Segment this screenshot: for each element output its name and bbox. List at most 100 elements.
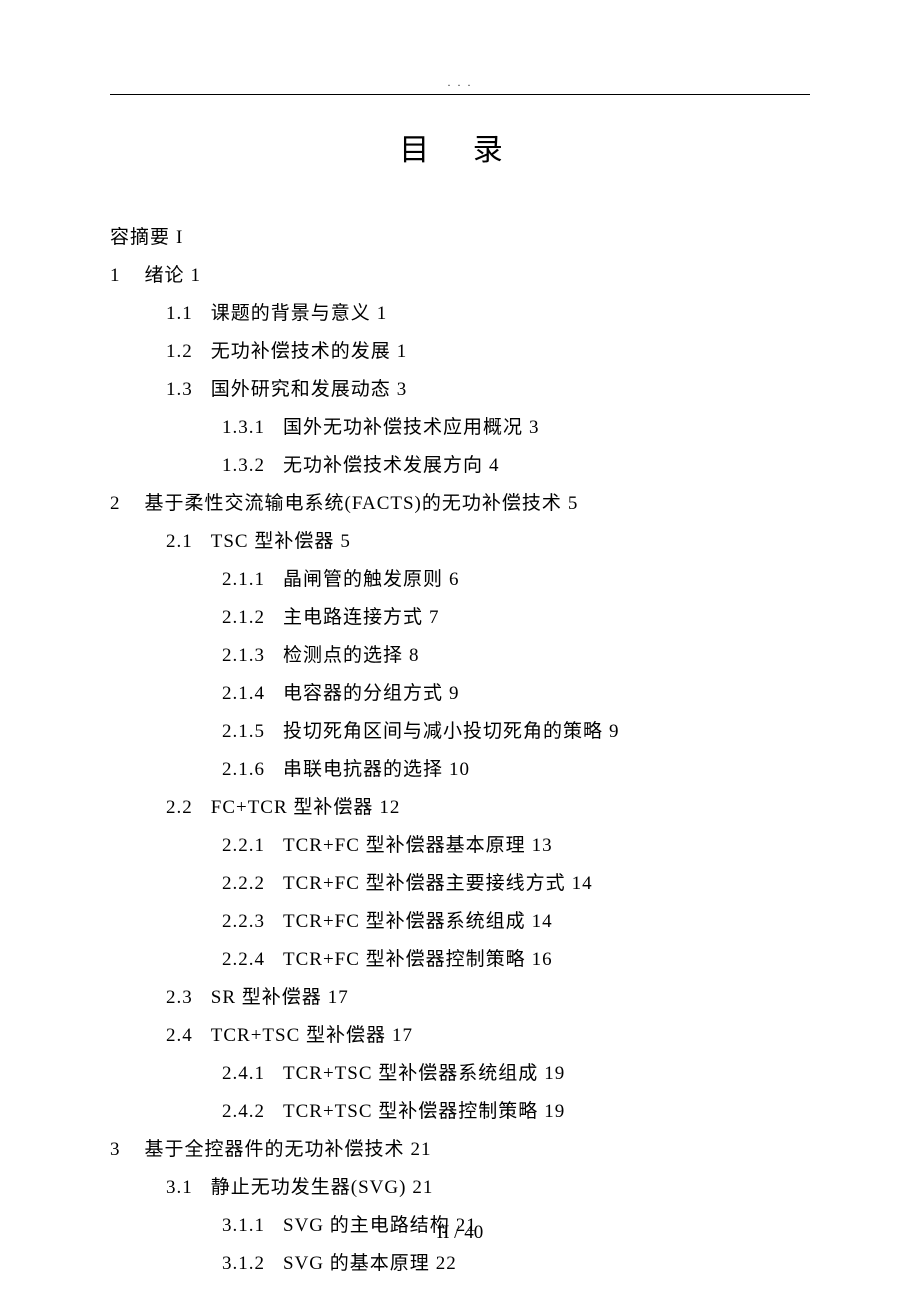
toc-entry-page: 14 bbox=[532, 911, 553, 932]
toc-entry-page: 4 bbox=[489, 455, 500, 476]
toc-entry: 1 绪论 1 bbox=[110, 257, 810, 295]
toc-entry-page: 14 bbox=[572, 873, 593, 894]
toc-entry-number: 2.1.4 bbox=[222, 683, 265, 704]
toc-entry-label: 串联电抗器的选择 bbox=[283, 759, 443, 780]
toc-entry-page: 13 bbox=[532, 835, 553, 856]
toc-entry-label: 投切死角区间与减小投切死角的策略 bbox=[283, 721, 603, 742]
toc-entry-label: 主电路连接方式 bbox=[283, 607, 423, 628]
toc-entry-page: 19 bbox=[544, 1101, 565, 1122]
toc-entry-number: 1.3.2 bbox=[222, 455, 265, 476]
toc-entry-label: 晶闸管的触发原则 bbox=[283, 569, 443, 590]
toc-entry-number: 2.2 bbox=[166, 797, 193, 818]
toc-entry-number: 2.3 bbox=[166, 987, 193, 1008]
toc-entry: 3 基于全控器件的无功补偿技术 21 bbox=[110, 1131, 810, 1169]
toc-entry-page: 9 bbox=[449, 683, 460, 704]
toc-entry-number: 2.2.4 bbox=[222, 949, 265, 970]
toc-entry-page: 1 bbox=[377, 303, 388, 324]
toc-entry-number: 2.2.1 bbox=[222, 835, 265, 856]
toc-entry-page: 21 bbox=[411, 1139, 432, 1160]
page-footer: II / 40 bbox=[0, 1222, 920, 1244]
toc-entry-label: 课题的背景与意义 bbox=[211, 303, 371, 324]
toc-entry-label: 基于柔性交流输电系统(FACTS)的无功补偿技术 bbox=[145, 493, 562, 514]
toc-entry-page: 21 bbox=[412, 1177, 433, 1198]
toc-entry-number: 1 bbox=[110, 265, 121, 286]
toc-entry-number: 2.4 bbox=[166, 1025, 193, 1046]
toc-entry-page: 5 bbox=[340, 531, 351, 552]
toc-entry-page: 22 bbox=[436, 1253, 457, 1274]
toc-entry: 2.1.3检测点的选择8 bbox=[110, 637, 810, 675]
toc-entry-page: 3 bbox=[529, 417, 540, 438]
toc-entry-number: 2.1.1 bbox=[222, 569, 265, 590]
toc-entry: 容摘要 I bbox=[110, 219, 810, 257]
toc-entry-label: 容摘要 bbox=[110, 227, 170, 248]
toc-entry: 2.3 SR 型补偿器 17 bbox=[110, 979, 810, 1017]
toc-entry-page: 19 bbox=[544, 1063, 565, 1084]
toc-entry-page: 6 bbox=[449, 569, 460, 590]
toc-entry: 1.3.1 国外无功补偿技术应用概况 3 bbox=[110, 409, 810, 447]
toc-entry-label: TCR+FC 型补偿器基本原理 bbox=[283, 835, 526, 856]
toc-entry-label: 无功补偿技术发展方向 bbox=[283, 455, 483, 476]
toc-entry-label: 国外研究和发展动态 bbox=[211, 379, 391, 400]
toc-entry-label: TCR+FC 型补偿器控制策略 bbox=[283, 949, 526, 970]
page-container: . . . 目 录 容摘要I1绪论11.1课题的背景与意义11.2无功补偿技术的… bbox=[0, 0, 920, 1283]
toc-entry-label: TSC 型补偿器 bbox=[211, 531, 335, 552]
toc-entry-number: 2.1 bbox=[166, 531, 193, 552]
header-dots: . . . bbox=[110, 75, 810, 90]
toc-entry: 2.2.4TCR+FC 型补偿器控制策略16 bbox=[110, 941, 810, 979]
toc-entry-page: I bbox=[176, 227, 183, 248]
toc-entry-label: SVG 的基本原理 bbox=[283, 1253, 430, 1274]
toc-entry-number: 2.1.2 bbox=[222, 607, 265, 628]
toc-entry: 2.1.2主电路连接方式7 bbox=[110, 599, 810, 637]
toc-entry-page: 17 bbox=[392, 1025, 413, 1046]
toc-entry-number: 2.2.2 bbox=[222, 873, 265, 894]
toc-entry-number: 3.1.2 bbox=[222, 1253, 265, 1274]
toc-entry: 1.3 国外研究和发展动态 3 bbox=[110, 371, 810, 409]
toc-entry: 2.1.6 串联电抗器的选择 10 bbox=[110, 751, 810, 789]
toc-entry-page: 1 bbox=[397, 341, 408, 362]
toc-entry-number: 2.1.3 bbox=[222, 645, 265, 666]
toc-entry: 2.4 TCR+TSC 型补偿器 17 bbox=[110, 1017, 810, 1055]
toc-entry-label: 静止无功发生器(SVG) bbox=[211, 1177, 407, 1198]
header-rule bbox=[110, 94, 810, 95]
table-of-contents: 容摘要I1绪论11.1课题的背景与意义11.2无功补偿技术的发展11.3国外研究… bbox=[110, 219, 810, 1283]
toc-entry-page: 1 bbox=[191, 265, 202, 286]
toc-entry: 2.2.1 TCR+FC 型补偿器基本原理 13 bbox=[110, 827, 810, 865]
toc-entry-page: 17 bbox=[328, 987, 349, 1008]
toc-entry-number: 2.2.3 bbox=[222, 911, 265, 932]
toc-entry-page: 3 bbox=[397, 379, 408, 400]
toc-entry-label: TCR+FC 型补偿器主要接线方式 bbox=[283, 873, 566, 894]
toc-entry: 2.1.5 投切死角区间与减小投切死角的策略 9 bbox=[110, 713, 810, 751]
toc-entry-label: 基于全控器件的无功补偿技术 bbox=[145, 1139, 405, 1160]
toc-entry-page: 10 bbox=[449, 759, 470, 780]
toc-entry: 3.1.2 SVG 的基本原理 22 bbox=[110, 1245, 810, 1283]
toc-entry-number: 3 bbox=[110, 1139, 121, 1160]
toc-entry: 2基于柔性交流输电系统(FACTS)的无功补偿技术5 bbox=[110, 485, 810, 523]
toc-entry-number: 2.1.6 bbox=[222, 759, 265, 780]
toc-entry: 2.2FC+TCR 型补偿器12 bbox=[110, 789, 810, 827]
toc-entry-number: 1.3.1 bbox=[222, 417, 265, 438]
toc-entry-label: TCR+FC 型补偿器系统组成 bbox=[283, 911, 526, 932]
toc-entry-label: 国外无功补偿技术应用概况 bbox=[283, 417, 523, 438]
toc-entry-label: TCR+TSC 型补偿器 bbox=[211, 1025, 386, 1046]
page-title: 目 录 bbox=[110, 125, 810, 169]
toc-entry-number: 1.1 bbox=[166, 303, 193, 324]
toc-entry-page: 8 bbox=[409, 645, 420, 666]
toc-entry-number: 1.3 bbox=[166, 379, 193, 400]
toc-entry-number: 3.1 bbox=[166, 1177, 193, 1198]
toc-entry-page: 9 bbox=[609, 721, 620, 742]
toc-entry-number: 2.4.2 bbox=[222, 1101, 265, 1122]
toc-entry-label: 绪论 bbox=[145, 265, 185, 286]
toc-entry: 1.2 无功补偿技术的发展 1 bbox=[110, 333, 810, 371]
toc-entry-label: FC+TCR 型补偿器 bbox=[211, 797, 374, 818]
toc-entry-page: 5 bbox=[568, 493, 579, 514]
toc-entry-number: 1.2 bbox=[166, 341, 193, 362]
toc-entry: 2.2.2 TCR+FC 型补偿器主要接线方式 14 bbox=[110, 865, 810, 903]
toc-entry-label: SR 型补偿器 bbox=[211, 987, 322, 1008]
toc-entry-label: 无功补偿技术的发展 bbox=[211, 341, 391, 362]
toc-entry-number: 2.1.5 bbox=[222, 721, 265, 742]
toc-entry-label: TCR+TSC 型补偿器控制策略 bbox=[283, 1101, 538, 1122]
toc-entry: 2.1.4 电容器的分组方式 9 bbox=[110, 675, 810, 713]
toc-entry-label: 电容器的分组方式 bbox=[283, 683, 443, 704]
toc-entry: 1.1 课题的背景与意义 1 bbox=[110, 295, 810, 333]
toc-entry-label: TCR+TSC 型补偿器系统组成 bbox=[283, 1063, 538, 1084]
